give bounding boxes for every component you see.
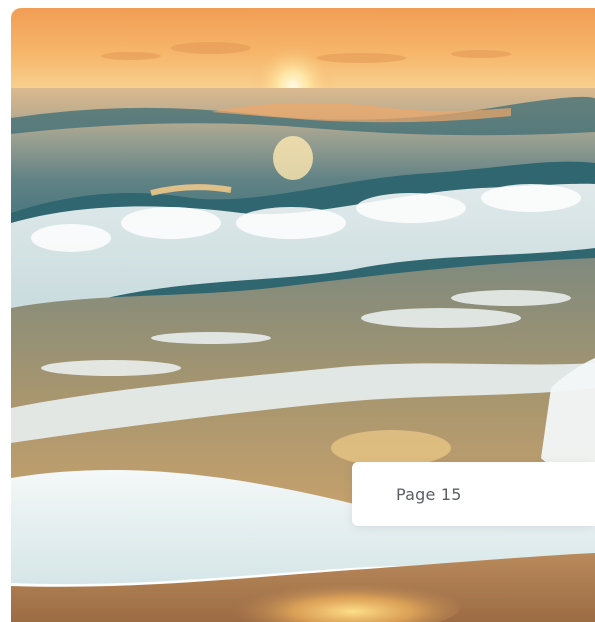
beach-sunset-photo [11,8,595,622]
sun-reflection [273,136,313,180]
page-number-label: Page 15 [396,484,462,504]
page-indicator: Page 15 [352,462,595,526]
beach-sunset-illustration [11,8,595,622]
page-frame: Page 15 [0,0,595,622]
